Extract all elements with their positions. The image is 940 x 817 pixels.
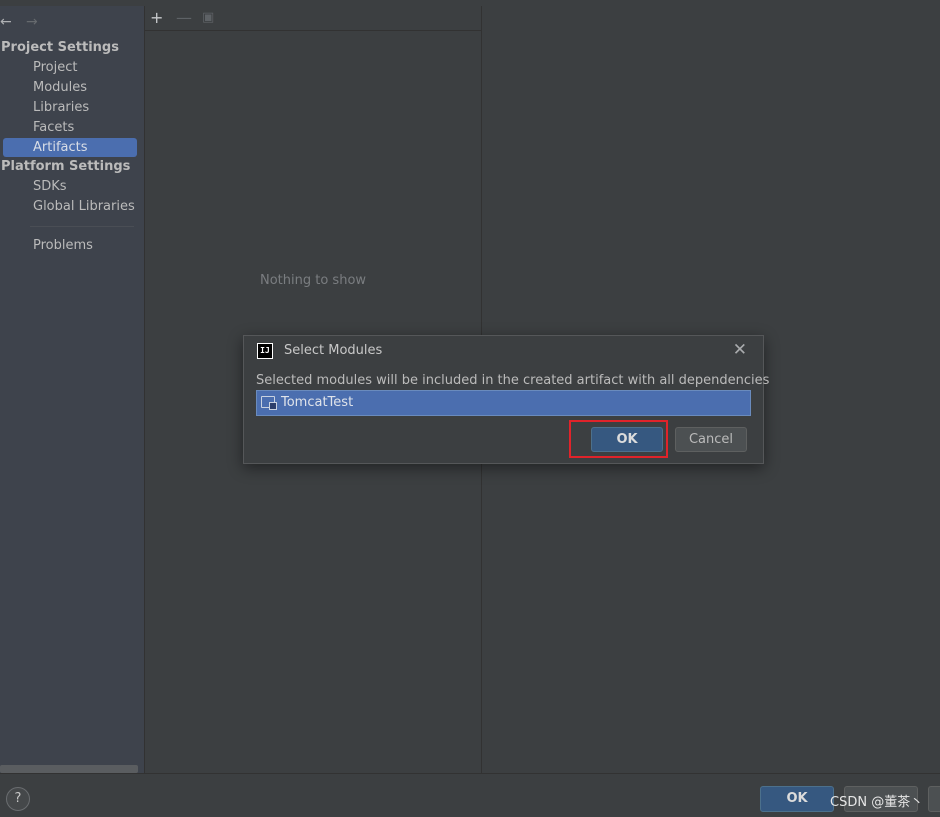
settings-sidebar: ← → Project Settings Project Modules Lib… [0, 6, 145, 773]
bottom-bar: ? OK CSDN @董茶丶 [0, 773, 940, 817]
arrow-left-icon[interactable]: ← [0, 14, 12, 30]
sidebar-item-label: Problems [33, 238, 93, 253]
select-modules-dialog: IJ Select Modules ✕ Selected modules wil… [243, 335, 769, 464]
ok-button[interactable]: OK [760, 786, 834, 812]
sidebar-scrollbar[interactable] [0, 765, 138, 773]
intellij-icon: IJ [257, 343, 273, 359]
sidebar-item-label: Global Libraries [33, 199, 135, 214]
platform-settings-heading: Platform Settings [1, 159, 131, 174]
sidebar-item-label: Project [33, 60, 78, 75]
watermark: CSDN @董茶丶 [830, 795, 924, 810]
sidebar-item-facets[interactable]: Facets [3, 118, 137, 137]
dialog-cancel-button[interactable]: Cancel [675, 427, 747, 452]
sidebar-item-sdks[interactable]: SDKs [3, 177, 137, 196]
sidebar-item-global-libraries[interactable]: Global Libraries [3, 197, 137, 216]
module-name: TomcatTest [281, 395, 354, 410]
sidebar-item-label: Modules [33, 80, 88, 95]
copy-icon[interactable]: ▣ [202, 10, 214, 25]
sidebar-item-project[interactable]: Project [3, 58, 137, 77]
sidebar-item-libraries[interactable]: Libraries [3, 98, 137, 117]
sidebar-item-label: Facets [33, 120, 75, 135]
module-badge-icon [269, 402, 277, 410]
project-settings-heading: Project Settings [1, 40, 119, 55]
annotation-highlight-box [569, 420, 668, 458]
sidebar-item-problems[interactable]: Problems [3, 236, 137, 255]
close-icon[interactable]: ✕ [733, 340, 747, 360]
sidebar-item-label: SDKs [33, 179, 67, 194]
help-button[interactable]: ? [6, 787, 30, 811]
module-list-item[interactable]: TomcatTest [256, 390, 751, 416]
dialog-description: Selected modules will be included in the… [256, 373, 770, 388]
arrow-right-icon[interactable]: → [26, 14, 38, 30]
sidebar-item-modules[interactable]: Modules [3, 78, 137, 97]
sidebar-item-label: Libraries [33, 100, 90, 115]
add-icon[interactable]: + [150, 8, 163, 27]
sidebar-item-label: Artifacts [33, 140, 88, 155]
list-toolbar: + — ▣ [145, 6, 481, 31]
dialog-title: Select Modules [284, 343, 383, 358]
sidebar-item-artifacts[interactable]: Artifacts [3, 138, 137, 157]
sidebar-divider [30, 226, 134, 227]
empty-state-text: Nothing to show [260, 273, 367, 288]
apply-button[interactable] [928, 786, 940, 812]
remove-icon[interactable]: — [176, 8, 192, 27]
